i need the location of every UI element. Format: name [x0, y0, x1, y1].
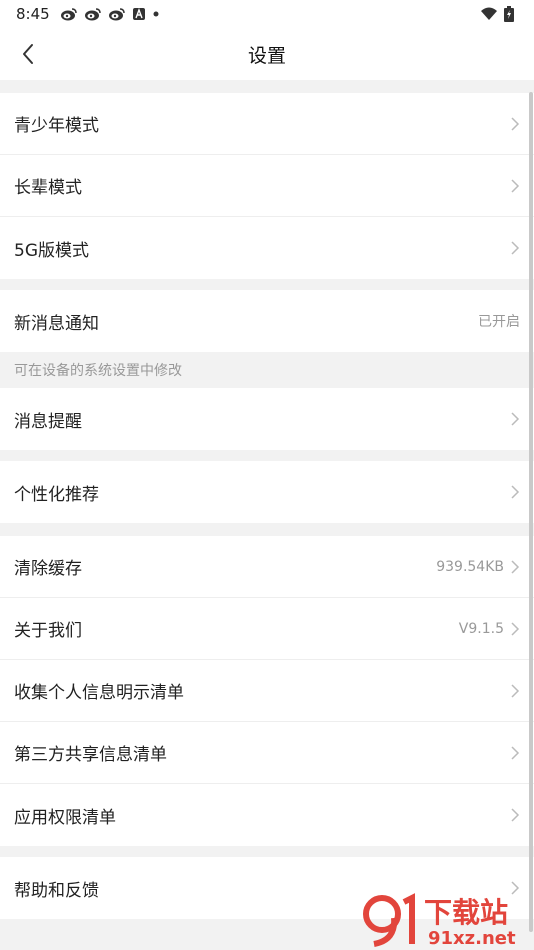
- row-label: 清除缓存: [14, 559, 82, 579]
- row-label: 应用权限清单: [14, 807, 116, 828]
- row-new-message-notification[interactable]: 新消息通知 已开启: [0, 290, 534, 352]
- chevron-right-icon: [511, 178, 520, 193]
- section-gap: [0, 523, 534, 536]
- page-title: 设置: [247, 44, 286, 67]
- chevron-right-icon: [511, 241, 520, 255]
- chevron-right-icon: [511, 621, 520, 636]
- chevron-right-icon: [511, 745, 520, 760]
- section-gap: [0, 450, 534, 461]
- row-label: 5G版模式: [14, 240, 89, 261]
- row-label: 第三方共享信息清单: [14, 745, 167, 765]
- group-notification: 新消息通知 已开启: [0, 290, 534, 352]
- battery-charging-icon: [504, 6, 514, 22]
- row-message-reminder[interactable]: 消息提醒: [0, 388, 534, 450]
- watermark-brand: 下载站: [424, 896, 508, 929]
- row-personal-info-list[interactable]: 收集个人信息明示清单: [0, 660, 534, 722]
- app-version: V9.1.5: [458, 620, 504, 637]
- chevron-right-icon: [511, 412, 520, 426]
- row-label: 长辈模式: [14, 178, 82, 198]
- chevron-left-icon: [23, 44, 33, 64]
- watermark-91-icon: [363, 893, 415, 947]
- notification-hint: 可在设备的系统设置中修改: [0, 352, 534, 388]
- a-app-icon: [132, 7, 146, 21]
- scrollbar[interactable]: [529, 92, 533, 932]
- chevron-right-icon: [511, 116, 520, 131]
- row-5g-mode[interactable]: 5G版模式: [0, 217, 534, 279]
- row-about-us[interactable]: 关于我们 V9.1.5: [0, 598, 534, 660]
- row-personalized-recommend[interactable]: 个性化推荐: [0, 461, 534, 523]
- chevron-right-icon: [511, 808, 520, 822]
- row-label: 消息提醒: [14, 411, 82, 432]
- chevron-right-icon: [511, 559, 520, 574]
- row-label: 个性化推荐: [14, 484, 99, 505]
- section-gap: [0, 279, 534, 290]
- dot-icon: [152, 10, 160, 18]
- row-label: 新消息通知: [14, 313, 99, 334]
- wifi-icon: [480, 7, 498, 21]
- section-gap: [0, 80, 534, 93]
- row-label: 收集个人信息明示清单: [14, 683, 184, 703]
- chevron-right-icon: [511, 683, 520, 698]
- row-clear-cache[interactable]: 清除缓存 939.54KB: [0, 536, 534, 598]
- notification-status: 已开启: [478, 314, 520, 330]
- watermark-url: 91xz.net: [428, 928, 516, 948]
- group-reminder: 消息提醒: [0, 388, 534, 450]
- weibo-icon: [84, 7, 102, 21]
- cache-size: 939.54KB: [436, 558, 504, 575]
- row-youth-mode[interactable]: 青少年模式: [0, 93, 534, 155]
- weibo-icon: [60, 7, 78, 21]
- status-bar: 8:45: [0, 0, 534, 28]
- row-app-permissions-list[interactable]: 应用权限清单: [0, 784, 534, 846]
- chevron-right-icon: [511, 485, 520, 499]
- back-button[interactable]: [14, 40, 42, 68]
- watermark-logo: 下载站 91xz.net: [360, 890, 530, 949]
- nav-bar: 设置: [0, 28, 534, 80]
- settings-list: 青少年模式 长辈模式 5G版模式 新消息通知 已开启 可在设备的系统设置中修改 …: [0, 80, 534, 919]
- weibo-icon: [108, 7, 126, 21]
- group-about: 清除缓存 939.54KB 关于我们 V9.1.5 收集个人信息明示清单 第三方…: [0, 536, 534, 846]
- row-third-party-sharing-list[interactable]: 第三方共享信息清单: [0, 722, 534, 784]
- group-modes: 青少年模式 长辈模式 5G版模式: [0, 93, 534, 279]
- group-recommend: 个性化推荐: [0, 461, 534, 523]
- row-label: 青少年模式: [14, 116, 99, 136]
- section-gap: [0, 846, 534, 857]
- row-label: 关于我们: [14, 621, 82, 641]
- row-elder-mode[interactable]: 长辈模式: [0, 155, 534, 217]
- status-time: 8:45: [16, 5, 50, 23]
